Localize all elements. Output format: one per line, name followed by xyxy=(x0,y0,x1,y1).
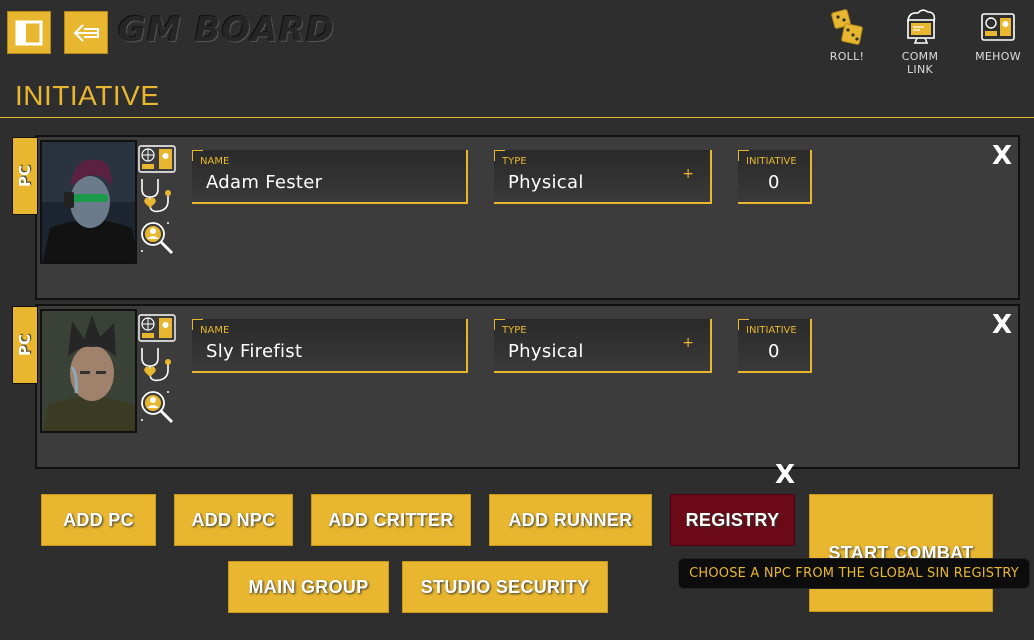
add-pc-button[interactable]: ADD PC xyxy=(41,494,156,546)
comm-link-icon xyxy=(907,9,936,44)
character-portrait[interactable] xyxy=(40,309,137,433)
studio-security-button[interactable]: STUDIO SECURITY xyxy=(402,561,608,613)
character-portrait[interactable] xyxy=(40,140,137,264)
plus-icon[interactable]: + xyxy=(682,335,694,351)
mehow-label: MEHOW xyxy=(975,50,1021,63)
start-combat-button[interactable]: START COMBAT xyxy=(809,494,993,612)
roll-label: ROLL! xyxy=(829,50,865,63)
initiative-label: INITIATIVE xyxy=(746,156,797,167)
back-button[interactable] xyxy=(64,11,108,54)
remove-row-close-icon[interactable]: X xyxy=(992,312,1012,338)
initiative-value: 0 xyxy=(768,341,780,362)
name-field[interactable]: NAME Adam Fester xyxy=(192,150,468,204)
top-bar: GM BOARD ROLL! COMM LINK MEHOW xyxy=(0,0,1034,78)
name-field[interactable]: NAME Sly Firefist xyxy=(192,319,468,373)
remove-row-close-icon[interactable]: X xyxy=(992,143,1012,169)
app-logo: GM BOARD xyxy=(118,10,336,50)
panel-icon xyxy=(15,20,43,45)
dismiss-close-icon[interactable]: X xyxy=(775,462,795,488)
initiative-label: INITIATIVE xyxy=(746,325,797,336)
sidebar-toggle-button[interactable] xyxy=(7,11,51,54)
initiative-row: PC xyxy=(12,135,1020,300)
add-critter-button[interactable]: ADD CRITTER xyxy=(311,494,471,546)
type-label: TYPE xyxy=(502,156,527,167)
main-group-button[interactable]: MAIN GROUP xyxy=(228,561,389,613)
id-card-icon xyxy=(981,13,1015,41)
page-title: INITIATIVE xyxy=(15,80,160,111)
search-person-icon[interactable] xyxy=(138,388,176,426)
portrait-image xyxy=(42,142,135,262)
back-arrow-icon xyxy=(73,23,99,42)
type-field[interactable]: TYPE Physical + xyxy=(494,150,712,204)
title-divider xyxy=(0,117,1034,118)
initiative-field[interactable]: INITIATIVE 0 xyxy=(738,150,812,204)
dice-icon xyxy=(831,9,863,45)
comm-link-label: COMM LINK xyxy=(901,50,939,76)
comm-link-button[interactable]: COMM LINK xyxy=(890,8,950,76)
initiative-field[interactable]: INITIATIVE 0 xyxy=(738,319,812,373)
portrait-image xyxy=(42,311,135,431)
sin-id-icon[interactable] xyxy=(138,145,176,173)
name-label: NAME xyxy=(200,325,230,336)
row-type-tab[interactable]: PC xyxy=(12,306,38,384)
initiative-row: PC xyxy=(12,304,1020,469)
type-value: Physical xyxy=(508,172,584,193)
health-stethoscope-icon[interactable] xyxy=(138,177,176,215)
search-person-icon[interactable] xyxy=(138,219,176,257)
type-label: TYPE xyxy=(502,325,527,336)
registry-tooltip: CHOOSE A NPC FROM THE GLOBAL SIN REGISTR… xyxy=(678,558,1030,589)
roll-button[interactable]: ROLL! xyxy=(817,8,877,63)
add-npc-button[interactable]: ADD NPC xyxy=(174,494,293,546)
initiative-value: 0 xyxy=(768,172,780,193)
name-value: Adam Fester xyxy=(206,172,323,193)
sin-id-icon[interactable] xyxy=(138,314,176,342)
add-runner-button[interactable]: ADD RUNNER xyxy=(489,494,652,546)
name-label: NAME xyxy=(200,156,230,167)
health-stethoscope-icon[interactable] xyxy=(138,346,176,384)
type-field[interactable]: TYPE Physical + xyxy=(494,319,712,373)
registry-button[interactable]: REGISTRY xyxy=(670,494,795,546)
plus-icon[interactable]: + xyxy=(682,166,694,182)
mehow-button[interactable]: MEHOW xyxy=(968,8,1028,63)
row-type-tab[interactable]: PC xyxy=(12,137,38,215)
name-value: Sly Firefist xyxy=(206,341,303,362)
type-value: Physical xyxy=(508,341,584,362)
